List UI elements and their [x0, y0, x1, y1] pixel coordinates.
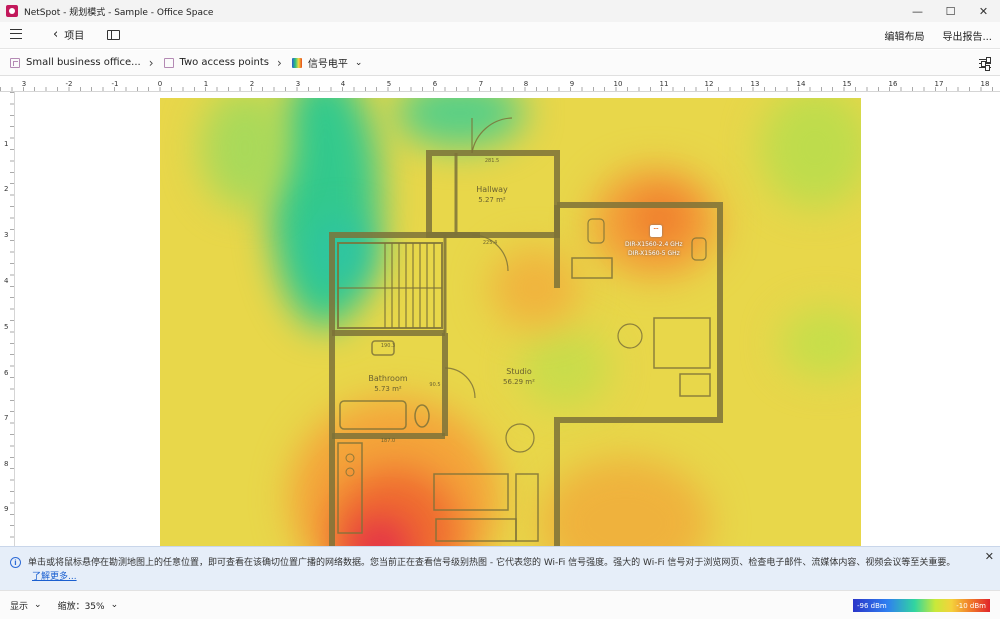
- ruler-tick: 3: [21, 80, 27, 88]
- visualization-label: 信号电平: [307, 59, 348, 70]
- close-button[interactable]: ✕: [967, 0, 1000, 22]
- snapshot-icon: [163, 57, 174, 68]
- room-area-hallway: 5.27 m²: [478, 196, 506, 204]
- ruler-tick: 14: [796, 80, 806, 88]
- chevron-down-icon: ⌄: [34, 600, 42, 610]
- ruler-tick: 7: [478, 80, 484, 88]
- learn-more-link[interactable]: 了解更多...: [32, 572, 77, 582]
- floor-plan: Hallway 5.27 m² Bathroom 5.73 m² Studio …: [329, 117, 723, 590]
- wifi-access-point-icon[interactable]: ⌔: [650, 225, 662, 237]
- ruler-tick: -2: [65, 80, 73, 88]
- ruler-tick: 13: [750, 80, 760, 88]
- ruler-vertical: 1 2 3 4 5 6 7 8 9: [0, 92, 15, 590]
- room-area-studio: 56.29 m²: [503, 378, 535, 386]
- ruler-tick: 10: [613, 80, 623, 88]
- survey-map-canvas[interactable]: Hallway 5.27 m² Bathroom 5.73 m² Studio …: [16, 93, 1000, 590]
- ruler-tick: 6: [432, 80, 438, 88]
- status-bar: 显示 ⌄ 缩放：35% ⌄ -96 dBm -10 dBm: [0, 590, 1000, 619]
- info-text: 单击或将鼠标悬停在勘测地图上的任意位置，即可查看在该确切位置广播的网络数据。您当…: [28, 556, 968, 584]
- window-title: NetSpot - 规划模式 - Sample - Office Space: [24, 7, 214, 18]
- ruler-tick: 6: [4, 369, 9, 377]
- export-report-button[interactable]: 导出报告...: [942, 28, 992, 43]
- ruler-tick: 4: [4, 277, 9, 285]
- zoom-dropdown[interactable]: 缩放：35% ⌄: [58, 599, 119, 612]
- breadcrumb-snapshot-label: Two access points: [179, 57, 270, 68]
- hamburger-menu-icon[interactable]: [10, 29, 22, 39]
- visualization-selector[interactable]: 信号电平 ⌄: [291, 55, 363, 70]
- ruler-tick: 7: [4, 414, 9, 422]
- ruler-tick: 4: [340, 80, 346, 88]
- edit-layout-button[interactable]: 编辑布局: [884, 28, 924, 43]
- breadcrumb: Small business office... › Two access po…: [0, 50, 1000, 76]
- window-controls: — ☐ ✕: [901, 0, 1000, 22]
- dimension-label: 281.5: [485, 158, 499, 164]
- ruler-tick: 3: [4, 231, 9, 239]
- ruler-tick: 1: [203, 80, 209, 88]
- room-name-bathroom: Bathroom: [368, 374, 408, 383]
- breadcrumb-snapshot[interactable]: Two access points ›: [163, 55, 282, 70]
- info-banner: i 单击或将鼠标悬停在勘测地图上的任意位置，即可查看在该确切位置广播的网络数据。…: [0, 546, 1000, 590]
- ruler-tick: 5: [386, 80, 392, 88]
- ruler-tick: 0: [157, 80, 163, 88]
- minimize-button[interactable]: —: [901, 0, 934, 22]
- info-icon: i: [10, 557, 21, 568]
- breadcrumb-zone[interactable]: Small business office... ›: [10, 56, 154, 70]
- toolbar-actions: 编辑布局 导出报告...: [884, 28, 992, 43]
- signal-heatmap[interactable]: Hallway 5.27 m² Bathroom 5.73 m² Studio …: [160, 98, 861, 590]
- room-area-bathroom: 5.73 m²: [374, 385, 402, 393]
- chevron-left-icon: ‹: [53, 27, 59, 42]
- display-label: 显示: [10, 601, 29, 612]
- room-name-hallway: Hallway: [476, 185, 508, 194]
- ruler-tick: 2: [249, 80, 255, 88]
- ruler-tick: 2: [4, 185, 9, 193]
- legend-max: -10 dBm: [956, 601, 986, 610]
- info-message: 单击或将鼠标悬停在勘测地图上的任意位置，即可查看在该确切位置广播的网络数据。您当…: [28, 558, 956, 568]
- breadcrumb-zone-label: Small business office...: [26, 57, 141, 68]
- signal-legend: -96 dBm -10 dBm: [853, 599, 990, 612]
- ruler-tick: 5: [4, 323, 9, 331]
- netspot-window: NetSpot - 规划模式 - Sample - Office Space —…: [0, 0, 1000, 619]
- room-name-studio: Studio: [506, 367, 532, 376]
- access-point-label: DIR-X1560-2.4 GHz: [625, 241, 683, 248]
- ruler-horizontal: 3 -2 -1 0 1 2 3 4 5 6 7 8 9 10 11 12 13 …: [0, 77, 1000, 92]
- close-icon[interactable]: ✕: [985, 550, 994, 563]
- chevron-right-icon: ›: [148, 55, 154, 70]
- ruler-tick: 17: [934, 80, 944, 88]
- display-dropdown[interactable]: 显示 ⌄: [10, 599, 42, 612]
- ruler-tick: 16: [888, 80, 898, 88]
- netspot-app-icon: [6, 5, 18, 17]
- ruler-tick: 12: [704, 80, 714, 88]
- legend-min: -96 dBm: [857, 601, 887, 610]
- dimension-label: 225.4: [483, 240, 497, 246]
- ruler-tick: 9: [4, 505, 9, 513]
- back-label: 项目: [64, 31, 85, 42]
- floorplan-icon: [10, 57, 20, 68]
- dimension-label: 90.5: [429, 382, 440, 388]
- ruler-tick: 8: [4, 460, 9, 468]
- chevron-down-icon: ⌄: [110, 600, 119, 610]
- zoom-label: 缩放：35%: [57, 601, 105, 612]
- ruler-tick: 8: [523, 80, 529, 88]
- chevron-down-icon: ⌄: [354, 57, 363, 68]
- ruler-tick: -1: [111, 80, 119, 88]
- ruler-tick: 15: [842, 80, 852, 88]
- sidebar-toggle-icon[interactable]: [107, 30, 120, 40]
- settings-sliders-icon[interactable]: [979, 57, 991, 71]
- ruler-tick: 18: [980, 80, 990, 88]
- ruler-tick: 11: [659, 80, 669, 88]
- ruler-tick: 3: [295, 80, 301, 88]
- dimension-label: 190.3: [381, 343, 395, 349]
- top-toolbar: ‹ 项目 编辑布局 导出报告...: [0, 22, 1000, 49]
- dimension-label: 187.0: [381, 438, 395, 444]
- back-to-projects-button[interactable]: ‹ 项目: [53, 27, 84, 42]
- maximize-button[interactable]: ☐: [934, 0, 967, 22]
- access-point-label: DIR-X1560-5 GHz: [628, 250, 680, 257]
- ruler-tick: 9: [569, 80, 575, 88]
- chevron-right-icon: ›: [277, 55, 282, 70]
- spectrum-icon: [291, 57, 302, 68]
- ruler-tick: 1: [4, 140, 9, 148]
- title-bar: NetSpot - 规划模式 - Sample - Office Space —…: [0, 0, 1000, 22]
